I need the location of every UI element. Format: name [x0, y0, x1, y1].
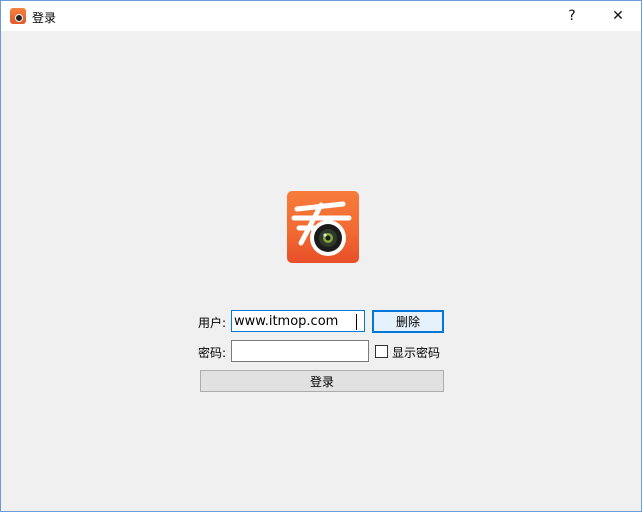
show-password-checkbox[interactable] [375, 345, 388, 358]
show-password-label[interactable]: 显示密码 [392, 344, 440, 361]
password-label: 密码: [198, 346, 227, 360]
username-input[interactable] [231, 310, 365, 332]
app-logo [287, 191, 359, 263]
text-caret [356, 314, 357, 330]
app-icon [10, 8, 26, 24]
close-button[interactable]: ✕ [595, 1, 641, 31]
kan-camera-logo-icon [291, 201, 352, 256]
window-title: 登录 [32, 11, 57, 25]
help-icon: ? [568, 8, 576, 24]
delete-button[interactable]: 删除 [372, 310, 444, 333]
title-bar[interactable]: 登录 ? ✕ [1, 1, 641, 31]
login-button[interactable]: 登录 [200, 370, 444, 392]
password-input[interactable] [231, 340, 369, 362]
login-window: 登录 ? ✕ 用户: 删除 密码: 显示密码 登录 [0, 0, 642, 512]
close-icon: ✕ [612, 8, 624, 24]
username-label: 用户: [198, 316, 227, 330]
help-button[interactable]: ? [549, 1, 595, 31]
